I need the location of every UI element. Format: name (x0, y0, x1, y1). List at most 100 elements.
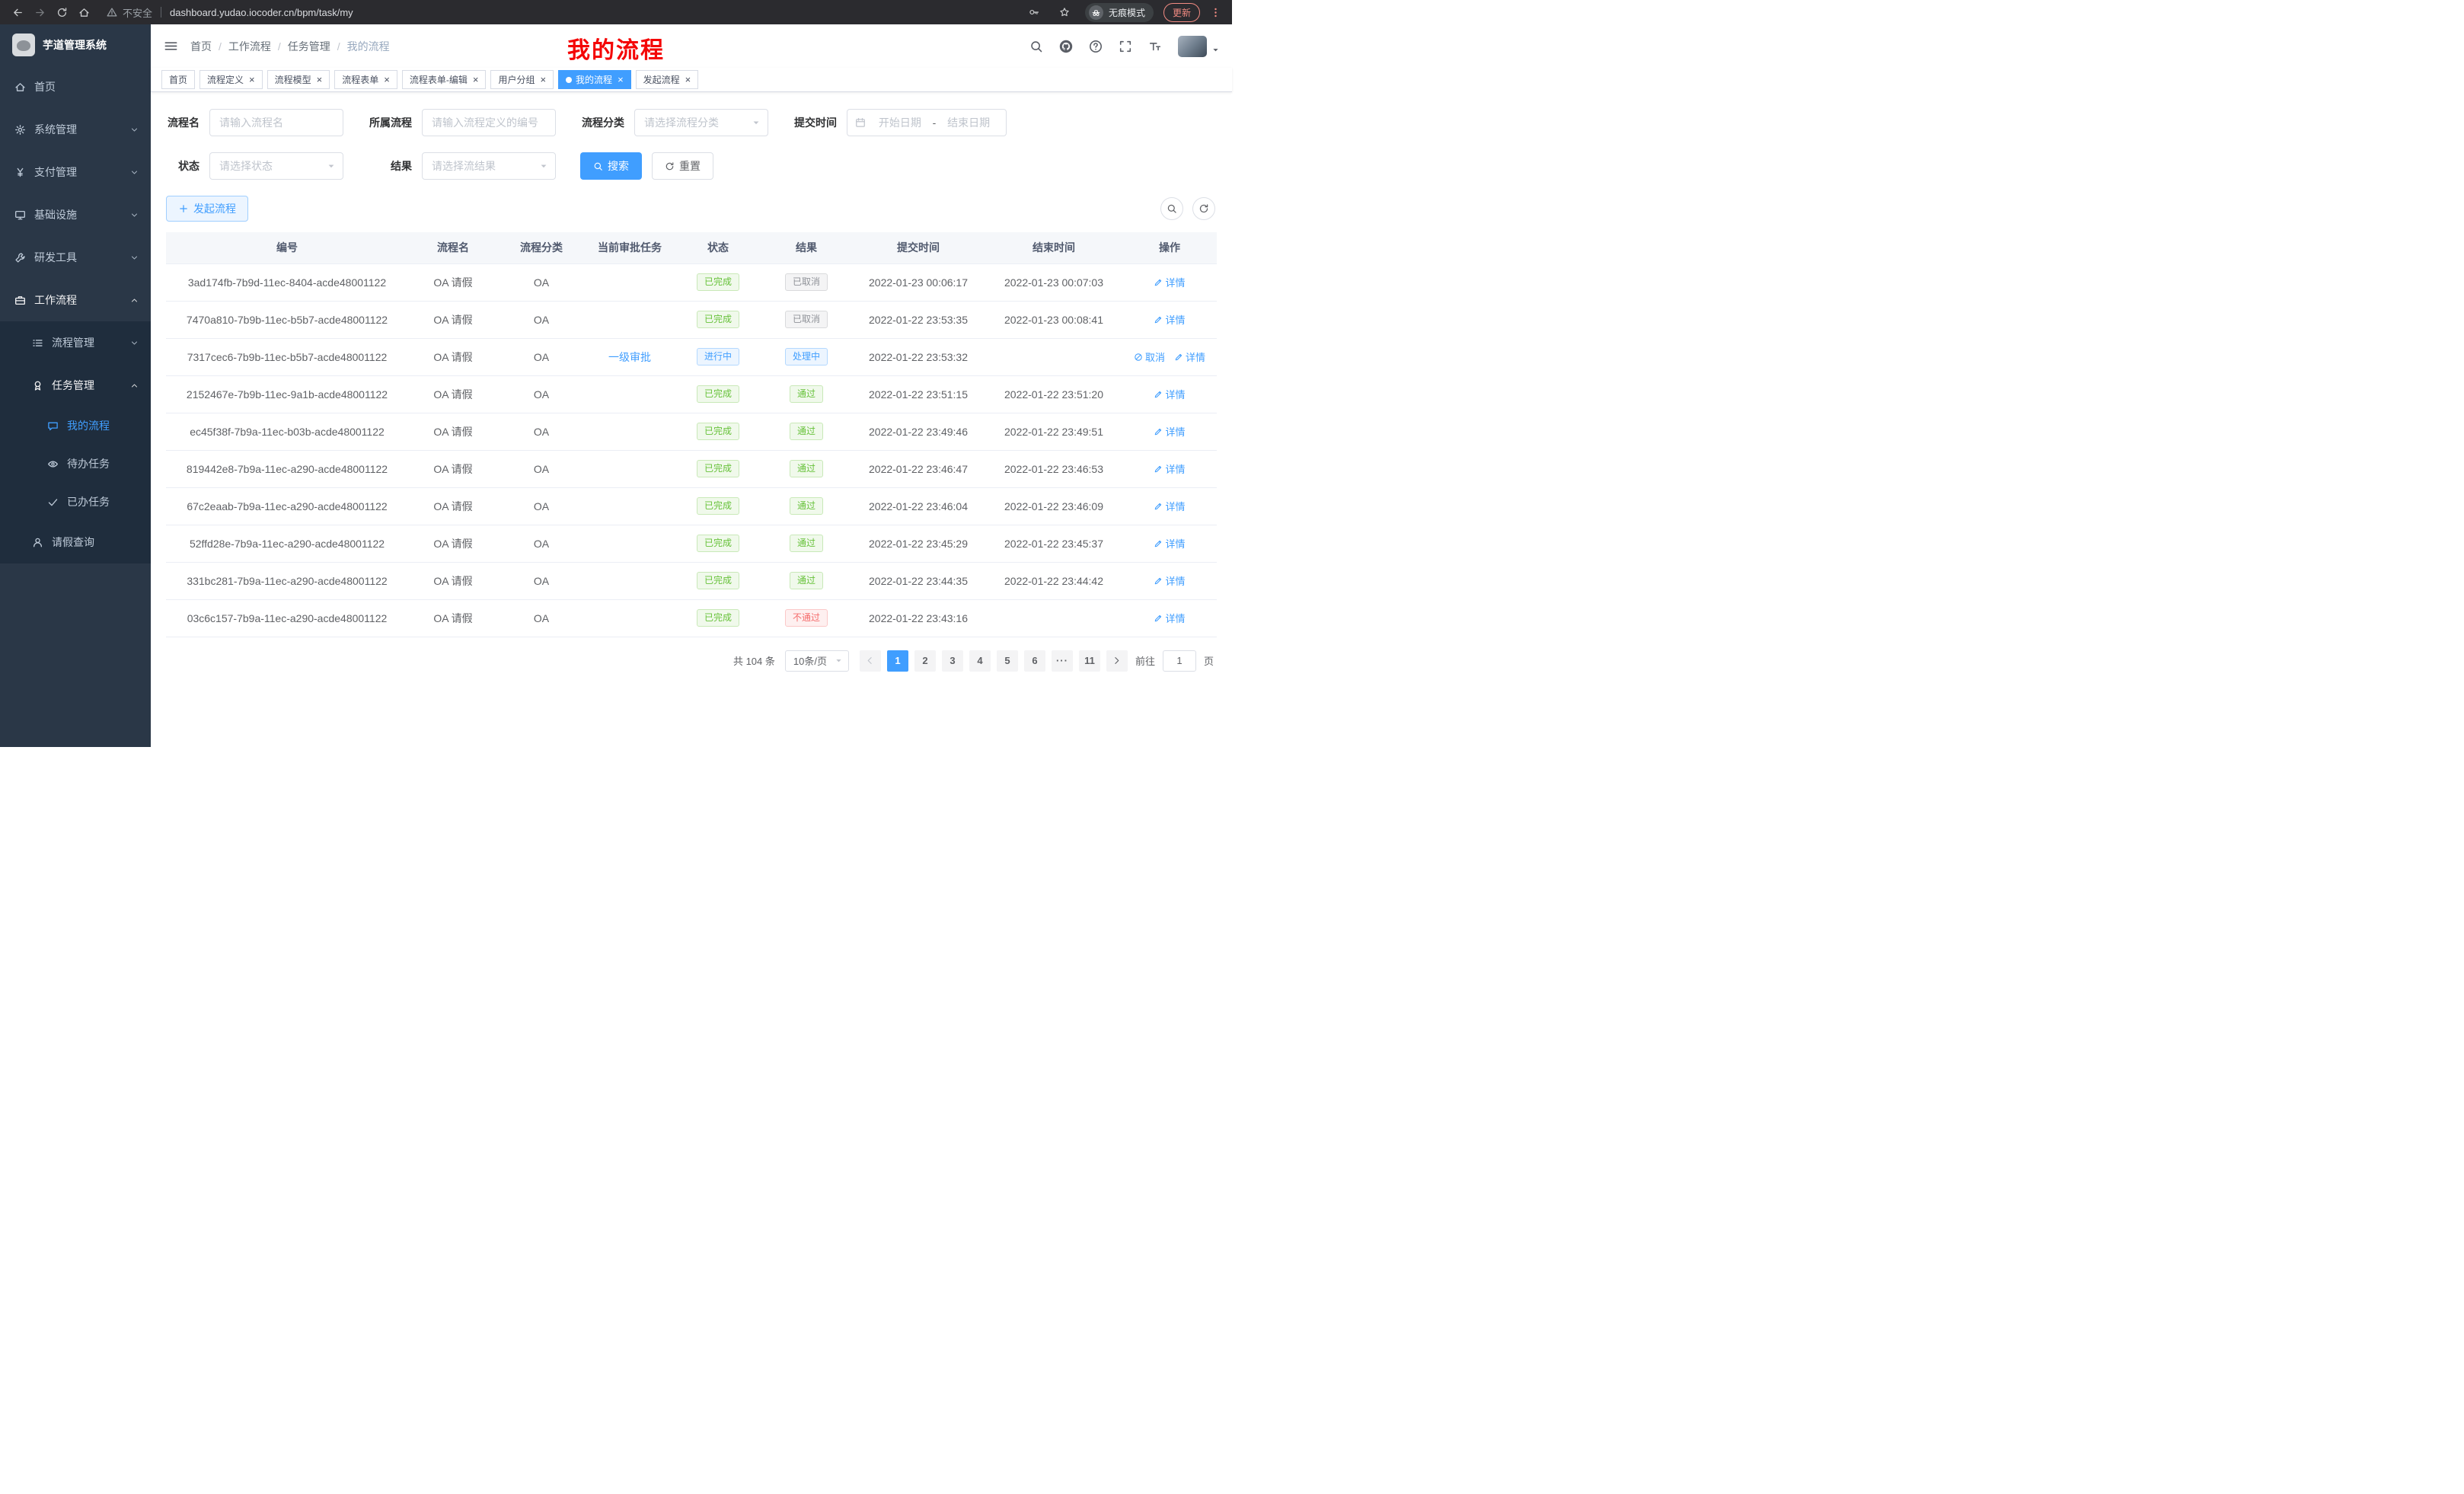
tab-close-icon[interactable]: × (618, 75, 624, 85)
address-bar[interactable]: 不安全 dashboard.yudao.iocoder.cn/bpm/task/… (107, 5, 1023, 20)
tab-my-process[interactable]: 我的流程× (558, 70, 631, 89)
tab-close-icon[interactable]: × (473, 75, 479, 85)
filter-row-1: 流程名 所属流程 流程分类 请选择流程分类 (166, 109, 1217, 136)
tab-close-icon[interactable]: × (384, 75, 390, 85)
detail-link[interactable]: 详情 (1154, 312, 1185, 327)
sidebar-item-done-task[interactable]: 已办任务 (0, 483, 151, 521)
result-select[interactable]: 请选择流结果 (422, 152, 556, 180)
breadcrumb-item[interactable]: 首页 (190, 39, 212, 54)
tab-start-process[interactable]: 发起流程× (636, 70, 699, 89)
tab-process-definition[interactable]: 流程定义× (199, 70, 263, 89)
cell-submit-time: 2022-01-22 23:51:15 (851, 375, 985, 413)
start-date-placeholder: 开始日期 (870, 115, 930, 130)
sidebar-item-dev-tools[interactable]: 研发工具 (0, 236, 151, 279)
process-name-input[interactable] (209, 109, 343, 136)
toggle-search-button[interactable] (1160, 197, 1183, 220)
tab-user-group[interactable]: 用户分组× (490, 70, 554, 89)
browser-menu-icon[interactable] (1210, 7, 1221, 18)
breadcrumb-item[interactable]: 工作流程 (228, 39, 271, 54)
tab-close-icon[interactable]: × (540, 75, 546, 85)
cell-current-task (585, 525, 675, 562)
github-icon[interactable] (1059, 40, 1073, 53)
search-button[interactable]: 搜索 (580, 152, 642, 180)
sidebar-item-home[interactable]: 首页 (0, 65, 151, 108)
sidebar-item-my-process[interactable]: 我的流程 (0, 407, 151, 445)
cell-actions: 详情 (1122, 263, 1217, 301)
process-def-input[interactable] (422, 109, 556, 136)
pencil-icon (1154, 614, 1163, 623)
tab-close-icon[interactable]: × (249, 75, 255, 85)
reset-button[interactable]: 重置 (652, 152, 713, 180)
start-process-button[interactable]: 发起流程 (166, 196, 248, 222)
cell-status: 已完成 (675, 263, 761, 301)
cell-end-time: 2022-01-22 23:51:20 (985, 375, 1122, 413)
tab-process-form-edit[interactable]: 流程表单-编辑× (402, 70, 487, 89)
browser-home-button[interactable] (74, 2, 94, 23)
table-row: 52ffd28e-7b9a-11ec-a290-acde48001122OA 请… (166, 525, 1217, 562)
password-key-icon[interactable] (1024, 2, 1045, 23)
pagination-prev-button[interactable] (860, 650, 881, 672)
browser-back-button[interactable] (8, 2, 28, 23)
fullscreen-icon[interactable] (1119, 40, 1132, 53)
category-select[interactable]: 请选择流程分类 (634, 109, 768, 136)
pagination-page-button[interactable]: 2 (914, 650, 936, 672)
detail-link[interactable]: 详情 (1154, 461, 1185, 476)
detail-link[interactable]: 详情 (1154, 275, 1185, 289)
cell-category: OA (498, 450, 585, 487)
tab-close-icon[interactable]: × (685, 75, 691, 85)
browser-update-button[interactable]: 更新 (1163, 3, 1200, 22)
tab-process-form[interactable]: 流程表单× (334, 70, 397, 89)
tab-process-model[interactable]: 流程模型× (267, 70, 330, 89)
user-avatar-menu[interactable] (1178, 36, 1220, 57)
cell-end-time: 2022-01-23 00:07:03 (985, 263, 1122, 301)
browser-forward-button[interactable] (30, 2, 50, 23)
font-size-icon[interactable] (1148, 40, 1162, 53)
refresh-table-button[interactable] (1192, 197, 1215, 220)
detail-link[interactable]: 详情 (1174, 350, 1205, 364)
detail-link[interactable]: 详情 (1154, 573, 1185, 588)
sidebar-item-infrastructure[interactable]: 基础设施 (0, 193, 151, 236)
browser-reload-button[interactable] (52, 2, 72, 23)
breadcrumb-item[interactable]: 任务管理 (288, 39, 330, 54)
sidebar-item-leave-query[interactable]: 请假查询 (0, 521, 151, 563)
cancel-link[interactable]: 取消 (1134, 350, 1165, 364)
sidebar-item-task-mgmt[interactable]: 任务管理 (0, 364, 151, 407)
help-icon[interactable] (1089, 40, 1103, 53)
action-label: 详情 (1165, 312, 1185, 327)
pagination-goto-input[interactable] (1163, 650, 1196, 672)
chevron-down-icon (130, 254, 139, 262)
sidebar-toggle-button[interactable] (151, 24, 190, 68)
sidebar-item-todo-task[interactable]: 待办任务 (0, 445, 151, 483)
tab-close-icon[interactable]: × (317, 75, 323, 85)
pagination-page-button[interactable]: 4 (969, 650, 991, 672)
sidebar-item-system[interactable]: 系统管理 (0, 108, 151, 151)
detail-link[interactable]: 详情 (1154, 499, 1185, 513)
bookmark-star-icon[interactable] (1055, 2, 1075, 23)
page-title-overlay: 我的流程 (567, 31, 665, 65)
status-select[interactable]: 请选择状态 (209, 152, 343, 180)
page-size-select[interactable]: 10条/页 (785, 650, 849, 672)
status-tag: 不通过 (785, 609, 828, 627)
detail-link[interactable]: 详情 (1154, 387, 1185, 401)
status-tag: 已完成 (697, 535, 739, 552)
pagination-page-button[interactable]: 1 (887, 650, 908, 672)
detail-link[interactable]: 详情 (1154, 424, 1185, 439)
status-tag: 处理中 (785, 348, 828, 366)
sidebar-item-payment[interactable]: 支付管理 (0, 151, 151, 193)
pagination-page-button[interactable]: 6 (1024, 650, 1045, 672)
sidebar-item-workflow[interactable]: 工作流程 (0, 279, 151, 321)
pagination-page-button[interactable]: 3 (942, 650, 963, 672)
submit-time-range-picker[interactable]: 开始日期 - 结束日期 (847, 109, 1007, 136)
tab-home[interactable]: 首页 (161, 70, 195, 89)
pagination-next-button[interactable] (1106, 650, 1128, 672)
pagination-page-button[interactable]: 11 (1079, 650, 1100, 672)
current-task-link[interactable]: 一级审批 (608, 351, 651, 363)
pagination-ellipsis[interactable]: ··· (1052, 650, 1073, 672)
sidebar-item-process-mgmt[interactable]: 流程管理 (0, 321, 151, 364)
app-logo[interactable]: 芋道管理系统 (0, 24, 151, 65)
pagination-page-button[interactable]: 5 (997, 650, 1018, 672)
detail-link[interactable]: 详情 (1154, 536, 1185, 551)
incognito-badge: 无痕模式 (1085, 3, 1154, 22)
detail-link[interactable]: 详情 (1154, 611, 1185, 625)
header-search-icon[interactable] (1029, 40, 1043, 53)
